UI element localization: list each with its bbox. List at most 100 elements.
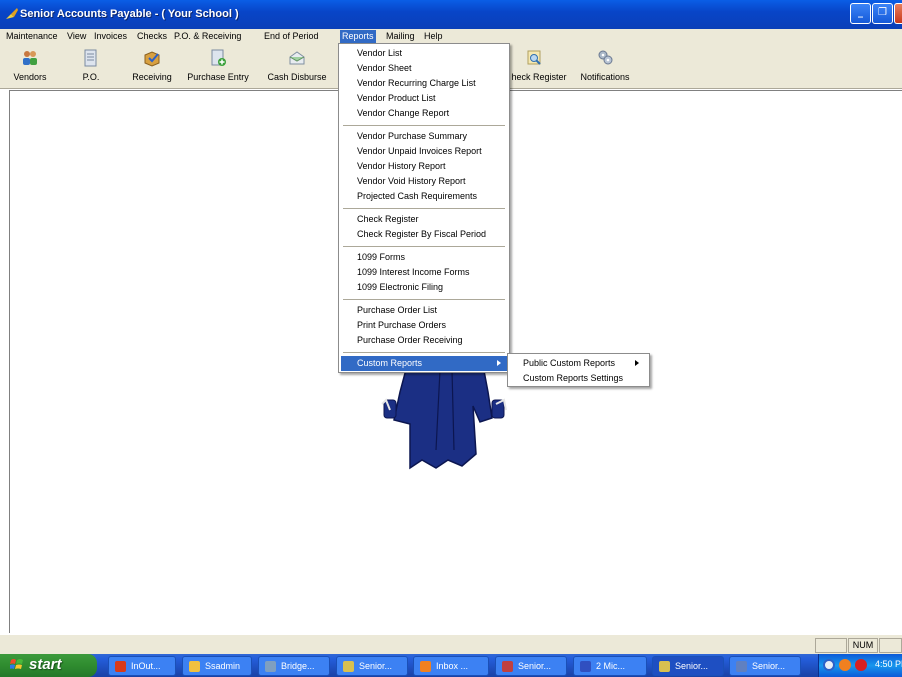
close-button[interactable] (894, 3, 902, 24)
public-custom-reports-label: Public Custom Reports (523, 358, 616, 368)
menu-maintenance[interactable]: Maintenance (4, 30, 60, 43)
taskbar-button-label: Ssadmin (205, 661, 241, 671)
menu-item-projected-cash-requirements[interactable]: Projected Cash Requirements (341, 189, 507, 204)
submenu-arrow-icon (635, 360, 639, 366)
taskbar-button-label: 2 Mic... (596, 661, 626, 671)
taskbar-button-label: Senior... (518, 661, 552, 671)
start-label: start (29, 656, 62, 673)
menu-item-vendor-list[interactable]: Vendor List (341, 46, 507, 61)
menu-end-of-period[interactable]: End of Period (262, 30, 321, 43)
envelope-icon (289, 51, 305, 65)
menu-item-vendor-unpaid-invoices-report[interactable]: Vendor Unpaid Invoices Report (341, 144, 507, 159)
menu-item-vendor-void-history-report[interactable]: Vendor Void History Report (341, 174, 507, 189)
menu-item-1099-interest-income-forms[interactable]: 1099 Interest Income Forms (341, 265, 507, 280)
taskbar-button-label: Senior... (752, 661, 786, 671)
custom-reports-submenu: Public Custom Reports Custom Reports Set… (507, 353, 650, 387)
menu-item-purchase-order-list[interactable]: Purchase Order List (341, 303, 507, 318)
notifications-label: Notifications (580, 72, 630, 82)
cash-disburse-label: Cash Disburse (267, 72, 327, 82)
gears-icon (598, 50, 613, 65)
menu-item-custom-reports[interactable]: Custom Reports (341, 356, 507, 371)
taskbar-button-label: Senior... (359, 661, 393, 671)
folder-icon (189, 661, 200, 672)
menu-item-vendor-sheet[interactable]: Vendor Sheet (341, 61, 507, 76)
app-icon (502, 661, 513, 672)
menu-separator (343, 352, 505, 353)
menu-item-1099-electronic-filing[interactable]: 1099 Electronic Filing (341, 280, 507, 295)
menu-po-receiving[interactable]: P.O. & Receiving (172, 30, 243, 43)
status-panel (815, 638, 847, 653)
security-icon[interactable] (839, 659, 851, 671)
taskbar-button-label: Bridge... (281, 661, 315, 671)
notifications-button[interactable]: Notifications (578, 43, 632, 88)
menu-view[interactable]: View (65, 30, 88, 43)
minimize-button[interactable]: _ (850, 3, 871, 24)
taskbar-button-inout[interactable]: InOut... (108, 656, 176, 676)
custom-reports-label: Custom Reports (357, 358, 423, 368)
cash-disburse-button[interactable]: Cash Disburse (264, 43, 330, 88)
system-tray: 4:50 PM (818, 654, 902, 677)
check-register-label: heck Register (511, 72, 567, 82)
taskbar-button-senior-2[interactable]: Senior... (495, 656, 567, 676)
taskbar-button-senior-4[interactable]: Senior... (729, 656, 801, 676)
menu-item-purchase-order-receiving[interactable]: Purchase Order Receiving (341, 333, 507, 348)
taskbar-button-bridge[interactable]: Bridge... (258, 656, 330, 676)
document-icon (84, 49, 97, 67)
app-icon (115, 661, 126, 672)
taskbar-button-senior-1[interactable]: Senior... (336, 656, 408, 676)
menu-mailing[interactable]: Mailing (384, 30, 417, 43)
menu-item-vendor-purchase-summary[interactable]: Vendor Purchase Summary (341, 129, 507, 144)
vendors-icon (23, 51, 37, 65)
windows-logo-icon (10, 659, 23, 669)
taskbar-button-inbox[interactable]: Inbox ... (413, 656, 489, 676)
menu-item-vendor-history-report[interactable]: Vendor History Report (341, 159, 507, 174)
reports-menu-dropdown: Vendor List Vendor Sheet Vendor Recurrin… (338, 43, 510, 373)
taskbar-button-label: Senior... (675, 661, 709, 671)
app-icon (6, 8, 18, 19)
purchase-entry-button[interactable]: Purchase Entry (183, 43, 253, 88)
po-button[interactable]: P.O. (76, 43, 106, 88)
vendors-button[interactable]: Vendors (10, 43, 50, 88)
menu-bar: Maintenance View Invoices Checks P.O. & … (0, 29, 902, 43)
taskbar-button-ssadmin[interactable]: Ssadmin (182, 656, 252, 676)
check-register-button[interactable]: heck Register (510, 43, 568, 88)
receiving-button[interactable]: Receiving (128, 43, 176, 88)
menu-item-print-purchase-orders[interactable]: Print Purchase Orders (341, 318, 507, 333)
menu-item-public-custom-reports[interactable]: Public Custom Reports (510, 356, 647, 371)
menu-item-custom-reports-settings[interactable]: Custom Reports Settings (510, 371, 647, 386)
start-button[interactable]: start (0, 654, 97, 677)
title-bar[interactable]: Senior Accounts Payable - ( Your School … (0, 0, 902, 29)
num-lock-indicator: NUM (848, 638, 878, 653)
clock: 4:50 PM (875, 659, 902, 669)
purchase-entry-label: Purchase Entry (187, 72, 249, 82)
app-icon (659, 661, 670, 672)
menu-item-vendor-product-list[interactable]: Vendor Product List (341, 91, 507, 106)
menu-separator (343, 246, 505, 247)
menu-item-check-register-by-fiscal-period[interactable]: Check Register By Fiscal Period (341, 227, 507, 242)
menu-separator (343, 125, 505, 126)
window-title: Senior Accounts Payable - ( Your School … (20, 8, 239, 20)
box-icon (144, 51, 160, 67)
menu-help[interactable]: Help (422, 30, 445, 43)
menu-item-1099-forms[interactable]: 1099 Forms (341, 250, 507, 265)
menu-item-check-register[interactable]: Check Register (341, 212, 507, 227)
taskbar-button-word[interactable]: 2 Mic... (573, 656, 647, 676)
vendors-label: Vendors (13, 72, 47, 82)
antivirus-icon[interactable] (855, 659, 867, 671)
taskbar-button-label: InOut... (131, 661, 161, 671)
menu-item-vendor-change-report[interactable]: Vendor Change Report (341, 106, 507, 121)
menu-separator (343, 208, 505, 209)
taskbar: start InOut... Ssadmin Bridge... Senior.… (0, 654, 902, 677)
menu-checks[interactable]: Checks (135, 30, 169, 43)
app-icon (265, 661, 276, 672)
menu-invoices[interactable]: Invoices (92, 30, 129, 43)
network-icon[interactable] (823, 659, 835, 671)
menu-item-vendor-recurring-charge-list[interactable]: Vendor Recurring Charge List (341, 76, 507, 91)
taskbar-button-label: Inbox ... (436, 661, 469, 671)
taskbar-button-senior-3[interactable]: Senior... (652, 656, 724, 676)
menu-reports[interactable]: Reports (340, 30, 376, 43)
submenu-arrow-icon (497, 360, 501, 366)
maximize-button[interactable]: ❐ (872, 3, 893, 24)
word-icon (580, 661, 591, 672)
receiving-label: Receiving (132, 72, 172, 82)
